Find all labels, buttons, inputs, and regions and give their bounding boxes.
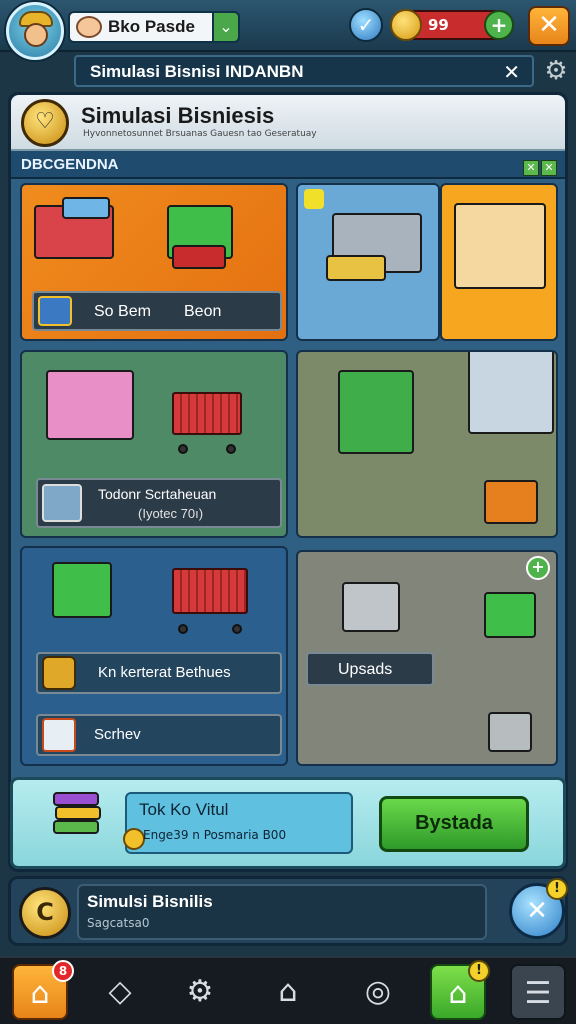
header-banner: Simulasi Bisnisi INDANBN ✕ [74,55,534,87]
target-icon[interactable]: ◎ [350,964,406,1020]
gear-icon[interactable]: ⚙ [540,55,572,87]
tools-button[interactable]: ✕ ! [509,878,568,939]
goods-cart-icon [488,712,532,752]
promo-info-box: Tok Ko Vitul Enge39 n Posmaria B00 [123,792,353,854]
close-button[interactable]: ✕ [528,6,570,46]
check-icon[interactable]: ✓ [349,8,383,42]
heart-badge-icon: ♡ [21,99,69,147]
storefront-icon [46,370,134,440]
status-title: Simulsi Bisnilis [87,892,213,911]
category-label: DBCGENDNA [21,156,119,173]
coin-tag-icon [42,656,76,690]
house-icon[interactable]: ⌂ [260,964,316,1020]
player-name: Bko Pasde [108,17,195,36]
delivery-truck-icon [52,562,112,618]
crate-icon [326,255,386,281]
card4-line1: Todonr Scrtaheuan [98,486,217,502]
kiosk-icon [468,352,554,434]
tablet-icon [42,484,82,522]
books-stack-icon [53,792,109,846]
face-icon [24,23,48,47]
shop-card-delivery[interactable]: Kn kerterat Bethues Scrhev [20,546,288,766]
monitor-icon [484,592,536,638]
card1-label2: Beon [184,303,222,320]
card6-label-box: Kn kerterat Bethues [36,652,282,694]
play-icon [42,718,76,752]
promo-strip: Tok Ko Vitul Enge39 n Posmaria B00 Bysta… [10,777,566,869]
card7-label: Upsads [338,661,393,678]
card1-label-box: So Bem Beon [32,291,282,331]
status-row: C Simulsi Bisnilis Sagcatsa0 ✕ ! [8,876,568,946]
shelf-icon [454,203,546,289]
player-avatar[interactable] [6,2,64,60]
player-name-chip[interactable]: Bko Pasde ⌄ [68,11,240,43]
add-upgrade-icon[interactable]: + [526,556,550,580]
card4-label-box: Todonr Scrtaheuan (Iyotec 70ı) [36,478,282,528]
menu-icon[interactable]: ☰ [510,964,566,1020]
status-subtitle: Sagcatsa0 [87,916,150,930]
promo-title: Tok Ko Vitul [139,800,229,819]
back-icon[interactable]: ◇ [92,964,148,1020]
expand-icon[interactable]: ✕ [541,160,557,176]
promo-subtitle: Enge39 n Posmaria B00 [143,828,287,842]
card1-label: So Bem [94,303,151,320]
banner-close-icon[interactable]: ✕ [503,60,520,84]
promo-action-button[interactable]: Bystada [379,796,529,852]
produce-basket-icon [342,582,400,632]
settings-icon[interactable]: ⚙ [172,964,228,1020]
weighing-machine-icon [338,370,414,454]
full-cart-icon [172,568,248,634]
home-badge: 8 [52,960,74,982]
banner-title: Simulasi Bisnisi INDANBN [90,62,304,81]
card6-label2: Scrhev [94,726,141,743]
panel-title: Simulasi Bisniesis [81,103,275,128]
card-tag-icon [38,296,72,326]
store-home-button[interactable]: ⌂ ! [430,960,490,1020]
panel-subtitle: Hyvonnetosunnet Brsuanas Gauesn tao Gese… [83,129,317,139]
medal-icon [123,828,145,850]
shop-card-upgrades[interactable]: + Upsads [296,550,558,766]
status-panel: Simulsi Bisnilis Sagcatsa0 [77,884,487,940]
corner-flag-icon [304,189,324,209]
category-bar: DBCGENDNA ✕ ✕ [11,151,565,179]
shop-card-checkout[interactable]: So Bem Beon [20,183,288,341]
coin-icon [390,9,422,41]
coin-value: 99 [428,16,449,34]
panel-header: ♡ Simulasi Bisniesis Hyvonnetosunnet Brs… [11,95,565,151]
tools-badge: ! [546,878,568,900]
collapse-icon[interactable]: ✕ [523,160,539,176]
add-coins-button[interactable]: + [484,10,514,40]
shop-card-store[interactable]: Todonr Scrtaheuan (Iyotec 70ı) [20,350,288,538]
shopping-cart-icon [172,392,242,454]
card6-label-box2: Scrhev [36,714,282,756]
shop-card-machine[interactable] [296,183,440,341]
card4-line2: (Iyotec 70ı) [138,506,204,521]
shop-card-equipment[interactable] [296,350,558,538]
shop-card-shelf[interactable] [440,183,558,341]
store-home-badge: ! [468,960,490,982]
card7-label-box: Upsads [306,652,434,686]
screen-icon [62,197,110,219]
home-button[interactable]: ⌂ 8 [12,960,74,1020]
cart-base-icon [172,245,226,269]
card6-label: Kn kerterat Bethues [98,664,231,681]
parcel-cart-icon [484,480,538,524]
currency-icon: C [19,887,71,939]
hand-icon [76,16,102,38]
chevron-down-icon[interactable]: ⌄ [212,11,240,43]
bottom-nav: ⌂ 8 ◇ ⚙ ⌂ ◎ ⌂ ! ☰ [0,956,576,1024]
coin-counter: 99 + [390,9,514,41]
